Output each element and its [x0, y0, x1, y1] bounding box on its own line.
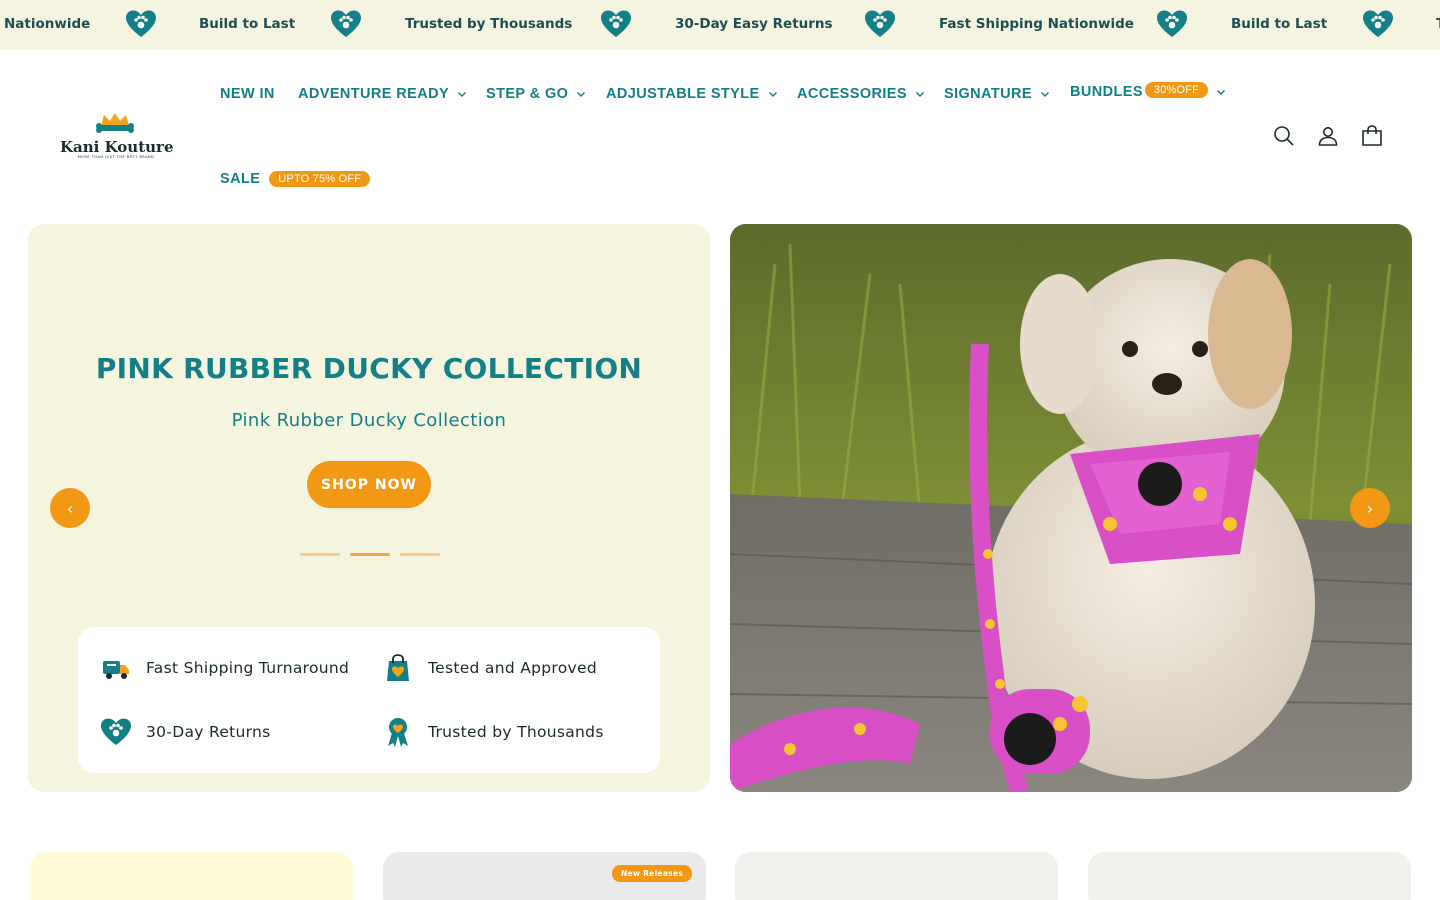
product-card[interactable] — [30, 852, 353, 900]
brand-name: Kani Kouture — [60, 138, 174, 156]
heart-paw-icon — [101, 718, 131, 745]
announcement-bar: Nationwide Build to Last Trusted by Thou… — [0, 0, 1440, 50]
announcement-text: Nationwide — [4, 16, 91, 32]
nav-adjustable-style[interactable]: ADJUSTABLE STYLE — [606, 86, 778, 102]
nav-label: SALE — [220, 171, 261, 187]
new-releases-badge: New Releases — [612, 865, 693, 882]
crown-bone-icon — [96, 113, 134, 133]
account-icon[interactable] — [1316, 124, 1340, 148]
nav-bundles[interactable]: BUNDLES 30%OFF — [1070, 82, 1226, 100]
feature-label: Tested and Approved — [428, 659, 597, 677]
chevron-down-icon — [915, 92, 924, 97]
nav-label: STEP & GO — [486, 86, 569, 102]
slide-dot-active[interactable] — [350, 553, 390, 556]
heart-paw-icon — [1157, 10, 1187, 37]
feature-trusted: Trusted by Thousands — [382, 716, 604, 748]
chevron-down-icon — [577, 92, 586, 97]
search-icon[interactable] — [1272, 124, 1296, 148]
shop-now-button[interactable]: SHOP NOW — [307, 461, 431, 508]
heart-paw-icon — [865, 10, 895, 37]
heart-paw-icon — [1363, 10, 1393, 37]
nav-new-in[interactable]: NEW IN — [220, 86, 275, 102]
nav-label: BUNDLES — [1070, 84, 1143, 100]
announcement-text: Fast Shipping Nationwide — [939, 16, 1134, 32]
announcement-text: Trusted by Thousands — [405, 16, 573, 32]
product-card[interactable]: New Releases — [383, 852, 706, 900]
nav-label: ADJUSTABLE STYLE — [606, 86, 760, 102]
nav-label: ACCESSORIES — [797, 86, 907, 102]
heart-paw-icon — [331, 10, 361, 37]
hero-text-panel: PINK RUBBER DUCKY COLLECTION Pink Rubber… — [28, 224, 710, 792]
award-ribbon-icon — [388, 718, 408, 747]
chevron-down-icon — [1217, 90, 1226, 95]
chevron-down-icon — [458, 92, 467, 97]
announcement-text: Build to Last — [1231, 16, 1328, 32]
feature-shipping: Fast Shipping Turnaround — [100, 652, 349, 684]
slide-dot[interactable] — [300, 553, 340, 556]
feature-label: Fast Shipping Turnaround — [146, 659, 350, 677]
announcement-text: 30-Day Easy Returns — [675, 16, 833, 32]
dog-photo-illustration — [730, 224, 1412, 792]
truck-icon — [103, 661, 129, 679]
brand-logo[interactable]: Kani Kouture MORE THAN JUST THE BEST BRA… — [60, 112, 174, 162]
hero-image: › — [730, 224, 1412, 792]
nav-signature[interactable]: SIGNATURE — [944, 86, 1050, 102]
announcement-text: Build to Last — [199, 16, 296, 32]
cart-icon[interactable] — [1360, 124, 1384, 148]
nav-label: SIGNATURE — [944, 86, 1032, 102]
nav-label: ADVENTURE READY — [298, 86, 450, 102]
slide-next-button[interactable]: › — [1350, 488, 1390, 528]
slide-prev-button[interactable]: ‹ — [50, 488, 90, 528]
feature-label: Trusted by Thousands — [428, 723, 604, 741]
feature-returns: 30-Day Returns — [100, 716, 271, 748]
bundles-discount-badge: 30%OFF — [1144, 82, 1209, 98]
nav-label: NEW IN — [220, 86, 275, 102]
chevron-down-icon — [1040, 92, 1049, 97]
nav-accessories[interactable]: ACCESSORIES — [797, 86, 925, 102]
feature-label: 30-Day Returns — [146, 723, 271, 741]
chevron-down-icon — [768, 92, 777, 97]
heart-paw-icon — [126, 10, 156, 37]
announcement-track: Nationwide Build to Last Trusted by Thou… — [0, 0, 1440, 50]
brand-tagline: MORE THAN JUST THE BEST BRAND — [77, 155, 155, 159]
nav-sale[interactable]: SALE UPTO 75% OFF — [220, 171, 371, 187]
hero-title: PINK RUBBER DUCKY COLLECTION — [95, 352, 643, 385]
hero-subtitle: Pink Rubber Ducky Collection — [231, 410, 507, 431]
heart-paw-icon — [601, 10, 631, 37]
nav-adventure-ready[interactable]: ADVENTURE READY — [298, 86, 467, 102]
quality-bag-icon — [387, 654, 409, 681]
nav-step-go[interactable]: STEP & GO — [486, 86, 586, 102]
sale-discount-badge: UPTO 75% OFF — [269, 171, 371, 187]
product-card[interactable] — [735, 852, 1058, 900]
feature-tested: Tested and Approved — [382, 652, 597, 684]
slide-dot[interactable] — [400, 553, 440, 556]
product-card[interactable] — [1088, 852, 1411, 900]
features-card: Fast Shipping Turnaround Tested and Appr… — [78, 627, 660, 773]
announcement-text: T — [1436, 16, 1440, 32]
